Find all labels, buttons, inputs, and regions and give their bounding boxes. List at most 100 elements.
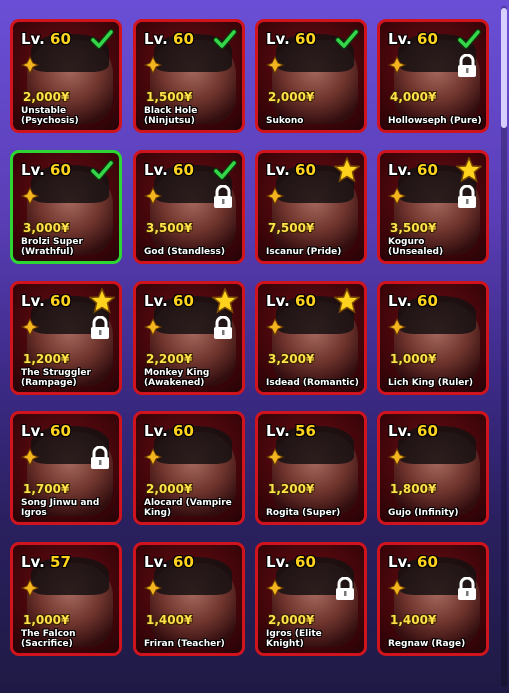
unit-card[interactable]: Lv. 60 2,000¥ Alocard (Vampire King) <box>133 411 245 525</box>
unit-name: God (Standless) <box>144 247 225 257</box>
unit-level: Lv. 60 <box>388 553 438 571</box>
element-icon <box>143 317 163 337</box>
unit-card[interactable]: Lv. 60 4,000¥ Hollowseph (Pure) <box>377 19 489 133</box>
level-value: 60 <box>173 292 194 310</box>
level-value: 60 <box>173 422 194 440</box>
unit-card[interactable]: Lv. 57 1,000¥ The Falcon (Sacrifice) <box>10 542 122 656</box>
level-prefix: Lv. <box>144 292 168 310</box>
level-prefix: Lv. <box>21 553 45 571</box>
element-icon <box>387 186 407 206</box>
unit-name: The Falcon (Sacrifice) <box>21 629 76 649</box>
level-prefix: Lv. <box>144 553 168 571</box>
unit-level: Lv. 60 <box>21 30 71 48</box>
unit-level: Lv. 60 <box>21 292 71 310</box>
check-icon <box>89 157 115 183</box>
element-icon <box>20 447 40 467</box>
lock-icon <box>212 315 234 340</box>
unit-card[interactable]: Lv. 60 1,000¥ Lich King (Ruler) <box>377 281 489 395</box>
element-icon <box>20 578 40 598</box>
level-value: 57 <box>50 553 71 571</box>
unit-name: Igros (Elite Knight) <box>266 629 322 649</box>
unit-card[interactable]: Lv. 60 7,500¥ Iscanur (Pride) <box>255 150 367 264</box>
unit-name: Alocard (Vampire King) <box>144 498 232 518</box>
element-icon <box>20 317 40 337</box>
unit-level: Lv. 57 <box>21 553 71 571</box>
star-icon <box>455 156 483 183</box>
unit-name: Regnaw (Rage) <box>388 639 466 649</box>
unit-price: 1,000¥ <box>23 613 70 627</box>
element-icon <box>387 578 407 598</box>
unit-level: Lv. 60 <box>21 422 71 440</box>
level-value: 60 <box>173 30 194 48</box>
level-value: 60 <box>417 553 438 571</box>
unit-name: Monkey King (Awakened) <box>144 368 210 388</box>
level-value: 60 <box>295 161 316 179</box>
level-value: 60 <box>50 292 71 310</box>
level-prefix: Lv. <box>266 422 290 440</box>
unit-name: Song Jinwu and Igros <box>21 498 100 518</box>
level-value: 60 <box>50 422 71 440</box>
unit-card[interactable]: Lv. 60 2,200¥ Monkey King (Awakened) <box>133 281 245 395</box>
level-prefix: Lv. <box>266 553 290 571</box>
unit-name: Sukono <box>266 116 304 126</box>
unit-name: Unstable (Psychosis) <box>21 106 79 126</box>
level-prefix: Lv. <box>144 161 168 179</box>
unit-price: 3,500¥ <box>390 221 437 235</box>
level-prefix: Lv. <box>144 422 168 440</box>
unit-name: Iscanur (Pride) <box>266 247 342 257</box>
element-icon <box>265 55 285 75</box>
unit-name: Brolzi Super (Wrathful) <box>21 237 83 257</box>
unit-card[interactable]: Lv. 60 2,000¥ Unstable (Psychosis) <box>10 19 122 133</box>
unit-card[interactable]: Lv. 60 3,000¥ Brolzi Super (Wrathful) <box>10 150 122 264</box>
unit-level: Lv. 60 <box>144 292 194 310</box>
unit-level: Lv. 60 <box>144 553 194 571</box>
unit-price: 4,000¥ <box>390 90 437 104</box>
unit-level: Lv. 60 <box>388 161 438 179</box>
unit-level: Lv. 60 <box>266 292 316 310</box>
check-icon <box>334 26 360 52</box>
unit-card[interactable]: Lv. 60 2,000¥ Igros (Elite Knight) <box>255 542 367 656</box>
unit-card[interactable]: Lv. 60 3,200¥ Isdead (Romantic) <box>255 281 367 395</box>
level-prefix: Lv. <box>144 30 168 48</box>
star-icon <box>211 287 239 314</box>
element-icon <box>20 186 40 206</box>
check-icon <box>212 26 238 52</box>
unit-card[interactable]: Lv. 60 1,700¥ Song Jinwu and Igros <box>10 411 122 525</box>
level-prefix: Lv. <box>388 292 412 310</box>
unit-card[interactable]: Lv. 60 1,200¥ The Struggler (Rampage) <box>10 281 122 395</box>
unit-card[interactable]: Lv. 60 1,400¥ Friran (Teacher) <box>133 542 245 656</box>
unit-price: 2,000¥ <box>23 90 70 104</box>
unit-card[interactable]: Lv. 60 1,500¥ Black Hole (Ninjutsu) <box>133 19 245 133</box>
unit-level: Lv. 60 <box>266 30 316 48</box>
unit-level: Lv. 60 <box>266 553 316 571</box>
lock-icon <box>456 184 478 209</box>
level-prefix: Lv. <box>388 161 412 179</box>
element-icon <box>265 447 285 467</box>
unit-card[interactable]: Lv. 60 3,500¥ Koguro (Unsealed) <box>377 150 489 264</box>
scrollbar-thumb[interactable] <box>501 8 507 128</box>
lock-icon <box>212 184 234 209</box>
unit-price: 1,800¥ <box>390 482 437 496</box>
unit-card[interactable]: Lv. 60 3,500¥ God (Standless) <box>133 150 245 264</box>
star-icon <box>333 156 361 183</box>
level-prefix: Lv. <box>266 292 290 310</box>
unit-level: Lv. 60 <box>388 30 438 48</box>
unit-card[interactable]: Lv. 56 1,200¥ Rogita (Super) <box>255 411 367 525</box>
level-value: 60 <box>173 161 194 179</box>
level-value: 60 <box>50 161 71 179</box>
unit-card[interactable]: Lv. 60 1,400¥ Regnaw (Rage) <box>377 542 489 656</box>
unit-price: 1,400¥ <box>146 613 193 627</box>
unit-card[interactable]: Lv. 60 1,800¥ Gujo (Infinity) <box>377 411 489 525</box>
level-prefix: Lv. <box>21 422 45 440</box>
level-value: 60 <box>417 161 438 179</box>
unit-name: Black Hole (Ninjutsu) <box>144 106 198 126</box>
star-icon <box>88 287 116 314</box>
element-icon <box>143 578 163 598</box>
star-icon <box>333 287 361 314</box>
lock-icon <box>89 315 111 340</box>
unit-level: Lv. 60 <box>266 161 316 179</box>
unit-level: Lv. 60 <box>388 292 438 310</box>
check-icon <box>212 157 238 183</box>
level-value: 60 <box>417 422 438 440</box>
unit-card[interactable]: Lv. 60 2,000¥ Sukono <box>255 19 367 133</box>
